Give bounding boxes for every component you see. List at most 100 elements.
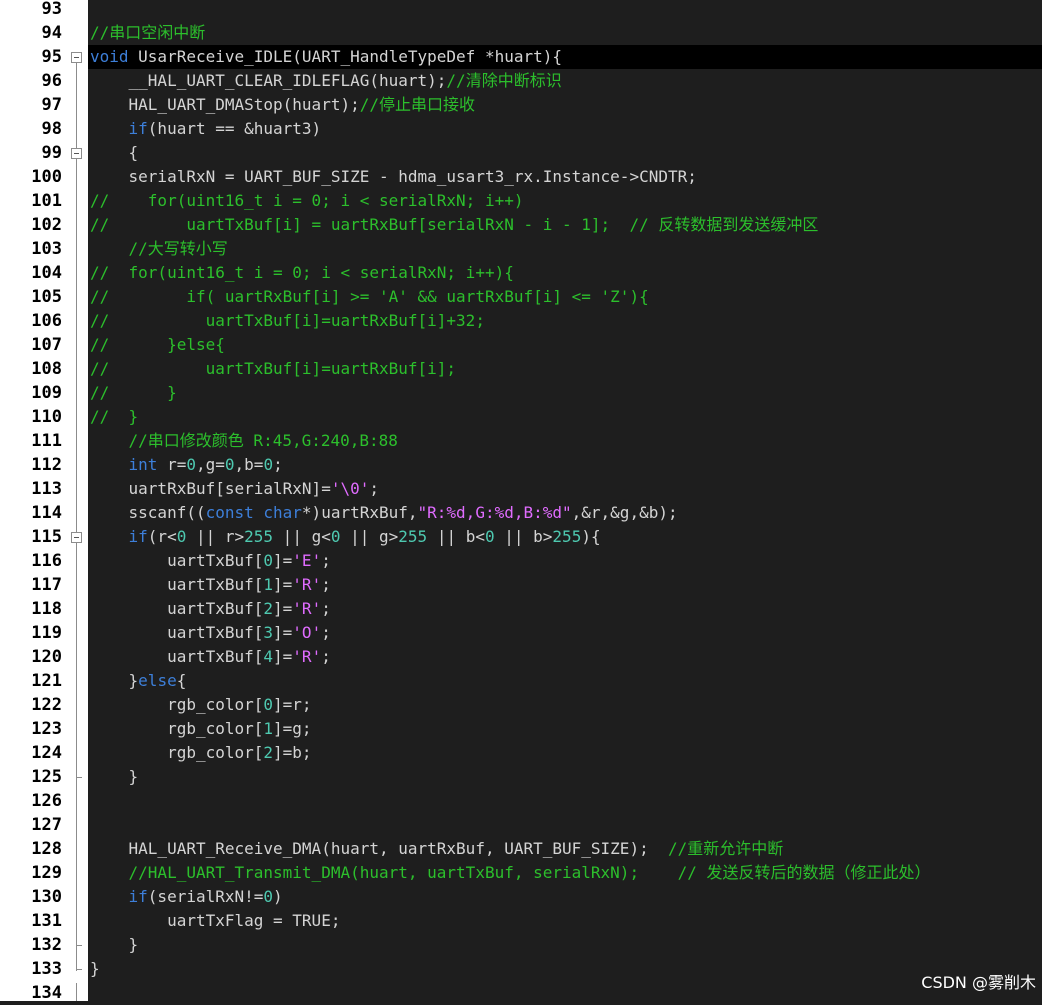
line-number: 124 — [31, 743, 62, 763]
code-token: //串口修改颜色 R:45,G:240,B:88 — [90, 431, 398, 450]
code-token: 0 — [484, 527, 495, 546]
line-number: 119 — [31, 623, 62, 643]
code-area[interactable]: //串口空闲中断 void UsarReceive_IDLE(UART_Handl… — [88, 0, 1042, 1001]
code-line[interactable]: //串口修改颜色 R:45,G:240,B:88 — [90, 429, 398, 453]
code-line[interactable]: }else{ — [90, 669, 187, 693]
code-line[interactable]: rgb_color[2]=b; — [90, 741, 312, 765]
code-token: uartTxBuf[ — [90, 623, 264, 642]
code-line[interactable]: rgb_color[0]=r; — [90, 693, 312, 717]
code-token: // uartTxBuf[i] = uartRxBuf[serialRxN - … — [90, 215, 819, 234]
code-token: ; — [369, 479, 379, 498]
code-line[interactable]: // uartTxBuf[i]=uartRxBuf[i]+32; — [90, 309, 485, 333]
line-number: 108 — [31, 359, 62, 379]
code-line[interactable]: HAL_UART_DMAStop(huart);//停止串口接收 — [90, 93, 475, 117]
code-line[interactable]: // if( uartRxBuf[i] >= 'A' && uartRxBuf[… — [90, 285, 649, 309]
code-token: ]= — [273, 647, 293, 666]
code-token: int — [90, 455, 158, 474]
code-token: // for(uint16_t i = 0; i < serialRxN; i+… — [90, 263, 514, 282]
code-line[interactable]: // for(uint16_t i = 0; i < serialRxN; i+… — [90, 261, 514, 285]
code-line[interactable]: uartTxBuf[1]='R'; — [90, 573, 331, 597]
code-line[interactable]: if(r<0 || r>255 || g<0 || g>255 || b<0 |… — [90, 525, 601, 549]
code-line[interactable]: } — [90, 957, 100, 981]
fold-toggle-icon[interactable] — [71, 532, 82, 543]
code-token: 1 — [263, 719, 274, 738]
code-token: UsarReceive_IDLE(UART_HandleTypeDef *hua… — [128, 47, 563, 66]
code-token: //串口空闲中断 — [90, 23, 206, 42]
code-token: } — [90, 959, 100, 978]
line-number: 106 — [31, 311, 62, 331]
code-line[interactable]: void UsarReceive_IDLE(UART_HandleTypeDef… — [88, 45, 1042, 69]
code-line[interactable]: //HAL_UART_Transmit_DMA(huart, uartTxBuf… — [90, 861, 931, 885]
line-number: 99 — [41, 143, 62, 163]
line-number: 109 — [31, 383, 62, 403]
code-line[interactable]: serialRxN = UART_BUF_SIZE - hdma_usart3_… — [90, 165, 697, 189]
code-token: ; — [273, 455, 283, 474]
code-line[interactable]: HAL_UART_Receive_DMA(huart, uartRxBuf, U… — [90, 837, 784, 861]
code-line[interactable]: } — [90, 933, 139, 957]
code-token: uartTxBuf[ — [90, 599, 264, 618]
code-token: '\0' — [330, 479, 370, 498]
code-token: ; — [321, 551, 331, 570]
code-token: || b< — [427, 527, 485, 546]
line-number: 95 — [41, 47, 62, 67]
fold-end-tick — [76, 945, 82, 946]
code-line[interactable]: { — [90, 141, 139, 165]
fold-toggle-icon[interactable] — [71, 148, 82, 159]
code-token: } — [90, 935, 139, 954]
code-line[interactable]: if(serialRxN!=0) — [90, 885, 283, 909]
code-line[interactable]: uartTxBuf[0]='E'; — [90, 549, 331, 573]
line-number: 107 — [31, 335, 62, 355]
code-token: ]= — [273, 623, 293, 642]
code-line[interactable]: sscanf((const char*)uartRxBuf,"R:%d,G:%d… — [90, 501, 678, 525]
code-token: ]= — [273, 551, 293, 570]
code-token: uartTxBuf[ — [90, 647, 264, 666]
code-token: 'R' — [292, 575, 322, 594]
code-token: //HAL_UART_Transmit_DMA(huart, uartTxBuf… — [90, 863, 931, 882]
code-token: else — [138, 671, 177, 690]
code-line[interactable]: } — [90, 765, 139, 789]
fold-toggle-icon[interactable] — [71, 52, 82, 63]
fold-guide-line — [76, 983, 77, 1001]
code-editor[interactable]: 93 94 95 96 97 98 99 100 101 102 103 104 105 106 107 10… — [0, 0, 1042, 1003]
code-token: ; — [321, 599, 331, 618]
code-token: uartTxFlag = TRUE; — [90, 911, 341, 930]
code-line[interactable]: //大写转小写 — [90, 237, 228, 261]
code-token: // for(uint16_t i = 0; i < serialRxN; i+… — [90, 191, 524, 210]
code-line[interactable]: // uartTxBuf[i] = uartRxBuf[serialRxN - … — [90, 213, 818, 237]
code-line[interactable]: int r=0,g=0,b=0; — [90, 453, 283, 477]
code-token: 2 — [263, 743, 274, 762]
code-line[interactable]: // uartTxBuf[i]=uartRxBuf[i]; — [90, 357, 456, 381]
code-token: 255 — [244, 527, 274, 546]
code-line[interactable]: //串口空闲中断 — [90, 21, 205, 45]
code-line[interactable]: // } — [90, 405, 138, 429]
code-token: ) — [273, 887, 283, 906]
code-token: 1 — [263, 575, 274, 594]
fold-guide-line — [76, 63, 77, 971]
code-token: uartTxBuf[ — [90, 551, 264, 570]
code-token: if — [90, 527, 148, 546]
line-number: 130 — [31, 887, 62, 907]
code-token: ; — [321, 623, 331, 642]
line-number: 114 — [31, 503, 62, 523]
code-token: (huart == &huart3) — [147, 119, 322, 138]
code-line[interactable]: uartTxBuf[4]='R'; — [90, 645, 331, 669]
code-token: sscanf(( — [90, 503, 206, 522]
code-line[interactable]: uartTxFlag = TRUE; — [90, 909, 340, 933]
code-line[interactable]: uartTxBuf[2]='R'; — [90, 597, 331, 621]
code-token: //重新允许中断 — [667, 839, 784, 858]
code-line[interactable]: // }else{ — [90, 333, 225, 357]
code-token: //停止串口接收 — [359, 95, 475, 114]
code-line[interactable]: uartRxBuf[serialRxN]='\0'; — [90, 477, 379, 501]
code-token: 'R' — [292, 647, 322, 666]
code-token: 4 — [263, 647, 274, 666]
code-line[interactable]: uartTxBuf[3]='O'; — [90, 621, 331, 645]
code-line[interactable]: // for(uint16_t i = 0; i < serialRxN; i+… — [90, 189, 523, 213]
code-token: { — [176, 671, 187, 690]
line-number: 120 — [31, 647, 62, 667]
code-line[interactable]: // } — [90, 381, 177, 405]
code-token: serialRxN = UART_BUF_SIZE - hdma_usart3_… — [90, 167, 697, 186]
code-line[interactable]: if(huart == &huart3) — [90, 117, 322, 141]
code-line[interactable]: __HAL_UART_CLEAR_IDLEFLAG(huart);//清除中断标… — [90, 69, 562, 93]
code-line[interactable]: rgb_color[1]=g; — [90, 717, 312, 741]
line-number: 115 — [31, 527, 62, 547]
